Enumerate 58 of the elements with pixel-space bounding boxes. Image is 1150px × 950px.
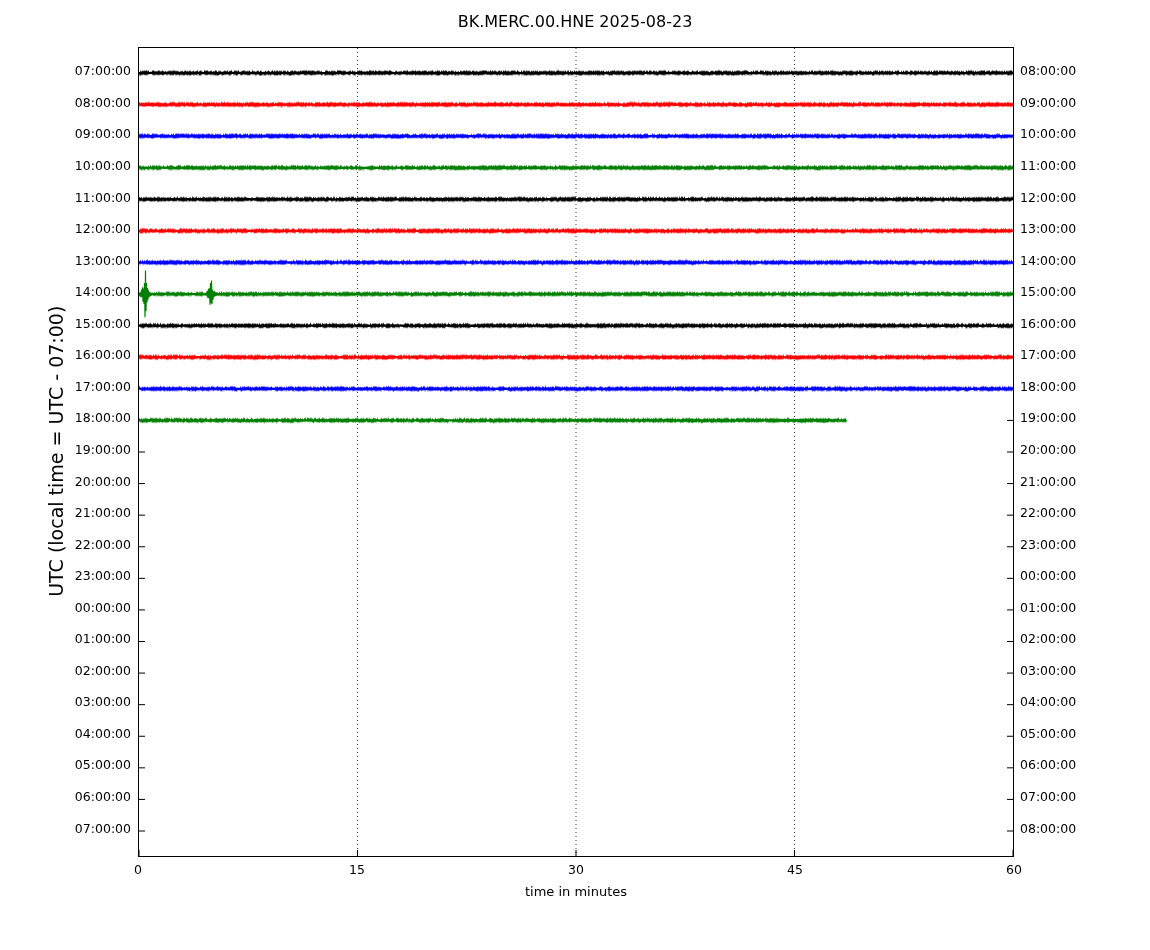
time-label: 09:00:00 <box>1020 93 1077 112</box>
time-label: 10:00:00 <box>74 157 131 176</box>
time-label: 01:00:00 <box>74 630 131 649</box>
time-label: 08:00:00 <box>1020 819 1077 838</box>
x-tick-label: 15 <box>349 861 365 879</box>
time-label: 08:00:00 <box>74 93 131 112</box>
time-label: 20:00:00 <box>1020 440 1077 459</box>
time-label: 14:00:00 <box>74 283 131 302</box>
time-label: 13:00:00 <box>74 251 131 270</box>
time-label: 18:00:00 <box>1020 377 1077 396</box>
time-label: 18:00:00 <box>74 409 131 428</box>
time-label: 00:00:00 <box>1020 567 1077 586</box>
time-label: 01:00:00 <box>1020 598 1077 617</box>
time-label: 06:00:00 <box>74 787 131 806</box>
time-label: 15:00:00 <box>74 314 131 333</box>
time-label: 19:00:00 <box>74 440 131 459</box>
x-tick-label: 0 <box>134 861 142 879</box>
time-label: 22:00:00 <box>1020 504 1077 523</box>
time-label: 04:00:00 <box>74 724 131 743</box>
time-label: 19:00:00 <box>1020 409 1077 428</box>
time-label: 06:00:00 <box>1020 756 1077 775</box>
time-label: 11:00:00 <box>1020 157 1077 176</box>
time-label: 23:00:00 <box>1020 535 1077 554</box>
chart-title: BK.MERC.00.HNE 2025-08-23 <box>457 11 693 33</box>
time-label: 17:00:00 <box>1020 346 1077 365</box>
time-label: 16:00:00 <box>1020 314 1077 333</box>
time-label: 15:00:00 <box>1020 283 1077 302</box>
time-label: 07:00:00 <box>74 62 131 81</box>
time-label: 02:00:00 <box>1020 630 1077 649</box>
time-label: 05:00:00 <box>1020 724 1077 743</box>
time-label: 12:00:00 <box>74 220 131 239</box>
x-tick-label: 30 <box>568 861 584 879</box>
time-label: 00:00:00 <box>74 598 131 617</box>
time-label: 21:00:00 <box>1020 472 1077 491</box>
time-label: 12:00:00 <box>1020 188 1077 207</box>
time-label: 03:00:00 <box>74 693 131 712</box>
time-label: 13:00:00 <box>1020 220 1077 239</box>
time-label: 03:00:00 <box>1020 661 1077 680</box>
time-label: 08:00:00 <box>1020 62 1077 81</box>
time-label: 21:00:00 <box>74 504 131 523</box>
time-label: 17:00:00 <box>74 377 131 396</box>
time-label: 05:00:00 <box>74 756 131 775</box>
time-label: 22:00:00 <box>74 535 131 554</box>
x-axis-label: time in minutes <box>524 882 628 901</box>
time-label: 16:00:00 <box>74 346 131 365</box>
time-label: 23:00:00 <box>74 567 131 586</box>
time-label: 09:00:00 <box>74 125 131 144</box>
time-label: 11:00:00 <box>74 188 131 207</box>
time-label: 04:00:00 <box>1020 693 1077 712</box>
x-tick-label: 45 <box>787 861 803 879</box>
time-label: 20:00:00 <box>74 472 131 491</box>
time-label: 02:00:00 <box>74 661 131 680</box>
time-label: 07:00:00 <box>74 819 131 838</box>
x-tick-label: 60 <box>1006 861 1022 879</box>
y-axis-label: UTC (local time = UTC - 07:00) <box>44 305 69 597</box>
time-label: 14:00:00 <box>1020 251 1077 270</box>
time-label: 10:00:00 <box>1020 125 1077 144</box>
time-label: 07:00:00 <box>1020 787 1077 806</box>
